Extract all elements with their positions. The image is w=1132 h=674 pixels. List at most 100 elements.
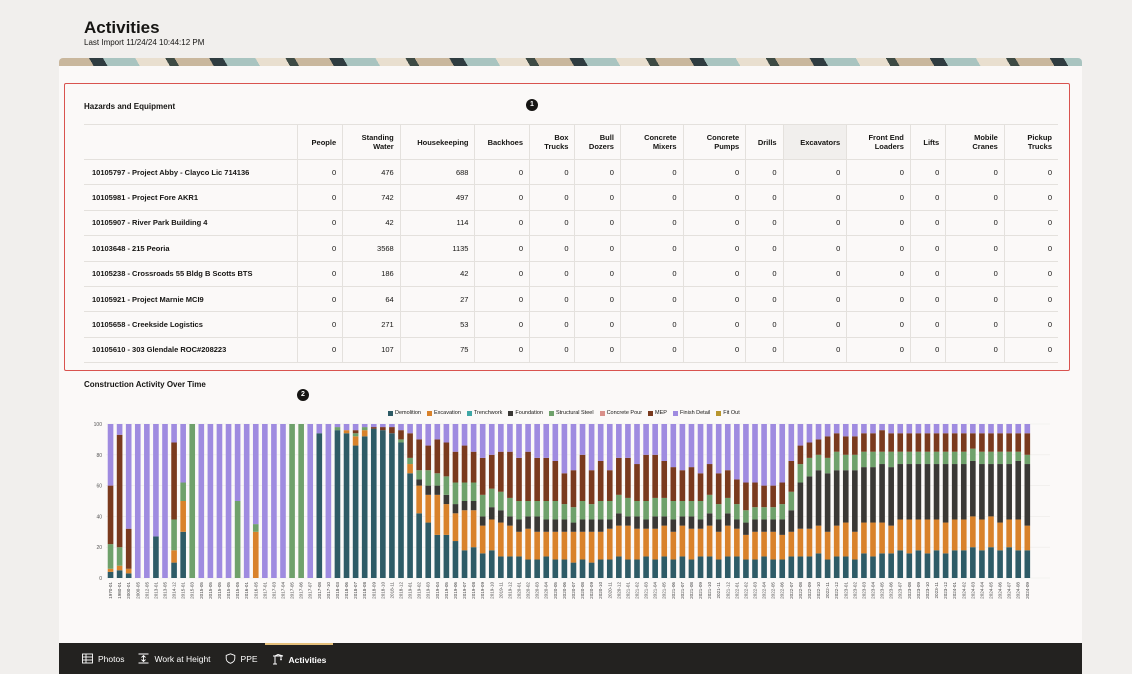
x-tick-label: 2018-09	[371, 582, 376, 599]
bar-segment	[715, 504, 722, 520]
tab-photos[interactable]: Photos	[75, 643, 131, 674]
bar-segment	[643, 519, 649, 529]
bar-segment	[352, 436, 359, 446]
bar-segment	[579, 501, 586, 520]
x-tick-label: 2024-02	[961, 582, 966, 599]
table-cell: 0	[619, 159, 684, 186]
x-tick-label: 2012-05	[144, 582, 149, 599]
bar-segment	[761, 519, 767, 532]
column-header[interactable]: Mobile Cranes	[945, 124, 1005, 160]
bar-segment	[597, 559, 604, 578]
column-header[interactable]: Excavators	[782, 124, 847, 160]
x-tick-label: 2023-04	[871, 582, 876, 599]
bar-segment	[715, 531, 722, 560]
bar-segment	[452, 513, 459, 542]
legend-item[interactable]: MEP	[648, 410, 667, 416]
bar-segment	[879, 553, 885, 578]
table-cell: 0	[782, 311, 847, 338]
bar-segment	[616, 556, 622, 578]
bar-segment	[679, 525, 686, 557]
bar-segment	[488, 488, 495, 508]
bar-segment	[924, 553, 931, 578]
legend-item[interactable]: Fit Out	[716, 410, 740, 416]
table-row[interactable]: 10105907 - River Park Building 4 0 42 114 0 0…	[84, 210, 1058, 237]
bar-segment	[997, 464, 1003, 523]
legend-item[interactable]: Demolition	[388, 410, 421, 416]
column-header[interactable]: Box Trucks	[529, 124, 575, 160]
bar-segment	[588, 424, 595, 471]
bar-segment	[380, 427, 386, 431]
bar-segment	[734, 424, 740, 480]
column-header[interactable]: Concrete Mixers	[619, 124, 684, 160]
table-cell: 53	[399, 311, 475, 338]
bar-segment	[116, 565, 123, 571]
table-cell: 0	[574, 286, 621, 313]
tab-ppe[interactable]: PPE	[218, 643, 265, 674]
table-cell: 75	[399, 337, 475, 364]
legend-item[interactable]: Trenchwork	[466, 410, 502, 416]
table-row[interactable]: 10105921 - Project Marnie MCI9 0 64 27 0 0 0 0 0…	[84, 286, 1058, 313]
bar-segment	[534, 559, 540, 578]
column-header[interactable]: People	[296, 124, 343, 160]
x-tick-label: 2021-08	[689, 582, 694, 599]
legend-label: MEP	[655, 410, 667, 416]
bar-segment	[252, 424, 259, 525]
bar-segment	[724, 470, 731, 498]
column-header[interactable]: Front End Loaders	[846, 124, 911, 160]
x-tick-label: 2019-04	[435, 582, 440, 599]
column-header[interactable]: Backhoes	[474, 124, 530, 160]
bar-segment	[361, 436, 368, 578]
legend-item[interactable]: Excavation	[426, 410, 461, 416]
bar-segment	[606, 528, 613, 560]
column-header[interactable]: Concrete Pumps	[682, 124, 746, 160]
legend-item[interactable]: Foundation	[508, 410, 543, 416]
tab-activities[interactable]: Activities	[264, 643, 334, 674]
bar-segment	[616, 525, 622, 557]
legend-label: Foundation	[515, 410, 543, 416]
column-header[interactable]: Standing Water	[342, 124, 401, 160]
bar-segment	[715, 473, 722, 505]
table-row[interactable]: 10105610 - 303 Glendale ROC#208223 0 107 75…	[84, 337, 1058, 364]
column-header[interactable]: Pickup Trucks	[1003, 124, 1058, 160]
legend-item[interactable]: Concrete Pour	[599, 410, 642, 416]
legend-item[interactable]: Finish Detail	[672, 410, 710, 416]
table-row[interactable]: 10105238 - Crossroads 55 Bldg B Scotts B…	[84, 261, 1058, 287]
bar-segment	[870, 451, 876, 468]
table-cell: 271	[342, 311, 401, 338]
table-row[interactable]: 10105658 - Creekside Logistics 0 271 53 0 0 0 0…	[84, 311, 1058, 338]
bar-segment	[951, 433, 958, 452]
column-header[interactable]: Bull Dozers	[574, 124, 621, 160]
bar-segment	[806, 476, 813, 529]
x-tick-label: 2021-12	[725, 582, 730, 599]
x-tick-label: 2020-08	[580, 582, 585, 599]
bar-segment	[833, 556, 840, 578]
bar-segment	[697, 528, 704, 557]
bar-segment	[779, 534, 786, 560]
column-header[interactable]: Lifts	[909, 124, 946, 160]
legend-item[interactable]: Structural Steel	[548, 410, 594, 416]
bar-segment	[1006, 424, 1012, 434]
table-row[interactable]: 10105981 - Project Fore AKR1 0 742 497 0 0 0 0 0…	[84, 184, 1058, 211]
bar-segment	[543, 556, 550, 578]
bar-segment	[942, 424, 949, 434]
table-cell: 0	[296, 210, 343, 237]
bar-segment	[452, 541, 459, 578]
table-row[interactable]: 10105797 - Project Abby - Clayco Lic 714…	[84, 159, 1058, 186]
tab-work-at-height[interactable]: Work at Height	[131, 643, 217, 674]
bar-segment	[970, 424, 976, 434]
bar-segment	[470, 510, 477, 548]
bar-segment	[661, 424, 668, 461]
legend-swatch	[466, 410, 472, 416]
x-tick-label: 2019-09	[480, 582, 485, 599]
bar-segment	[525, 424, 531, 452]
bar-segment	[570, 522, 577, 532]
column-header[interactable]: Housekeeping	[399, 124, 475, 160]
x-tick-label: 2022-10	[816, 582, 821, 599]
bar-segment	[806, 442, 813, 458]
table-row[interactable]: 10103648 - 215 Peoria 0 3568 1135 0 0 0 0 0 0 0 0 0 0…	[84, 235, 1058, 262]
bar-segment	[1015, 519, 1022, 551]
bar-segment	[743, 482, 749, 511]
column-header[interactable]: Drills	[745, 124, 784, 160]
column-header-project[interactable]	[84, 124, 298, 160]
bar-segment	[688, 528, 695, 560]
